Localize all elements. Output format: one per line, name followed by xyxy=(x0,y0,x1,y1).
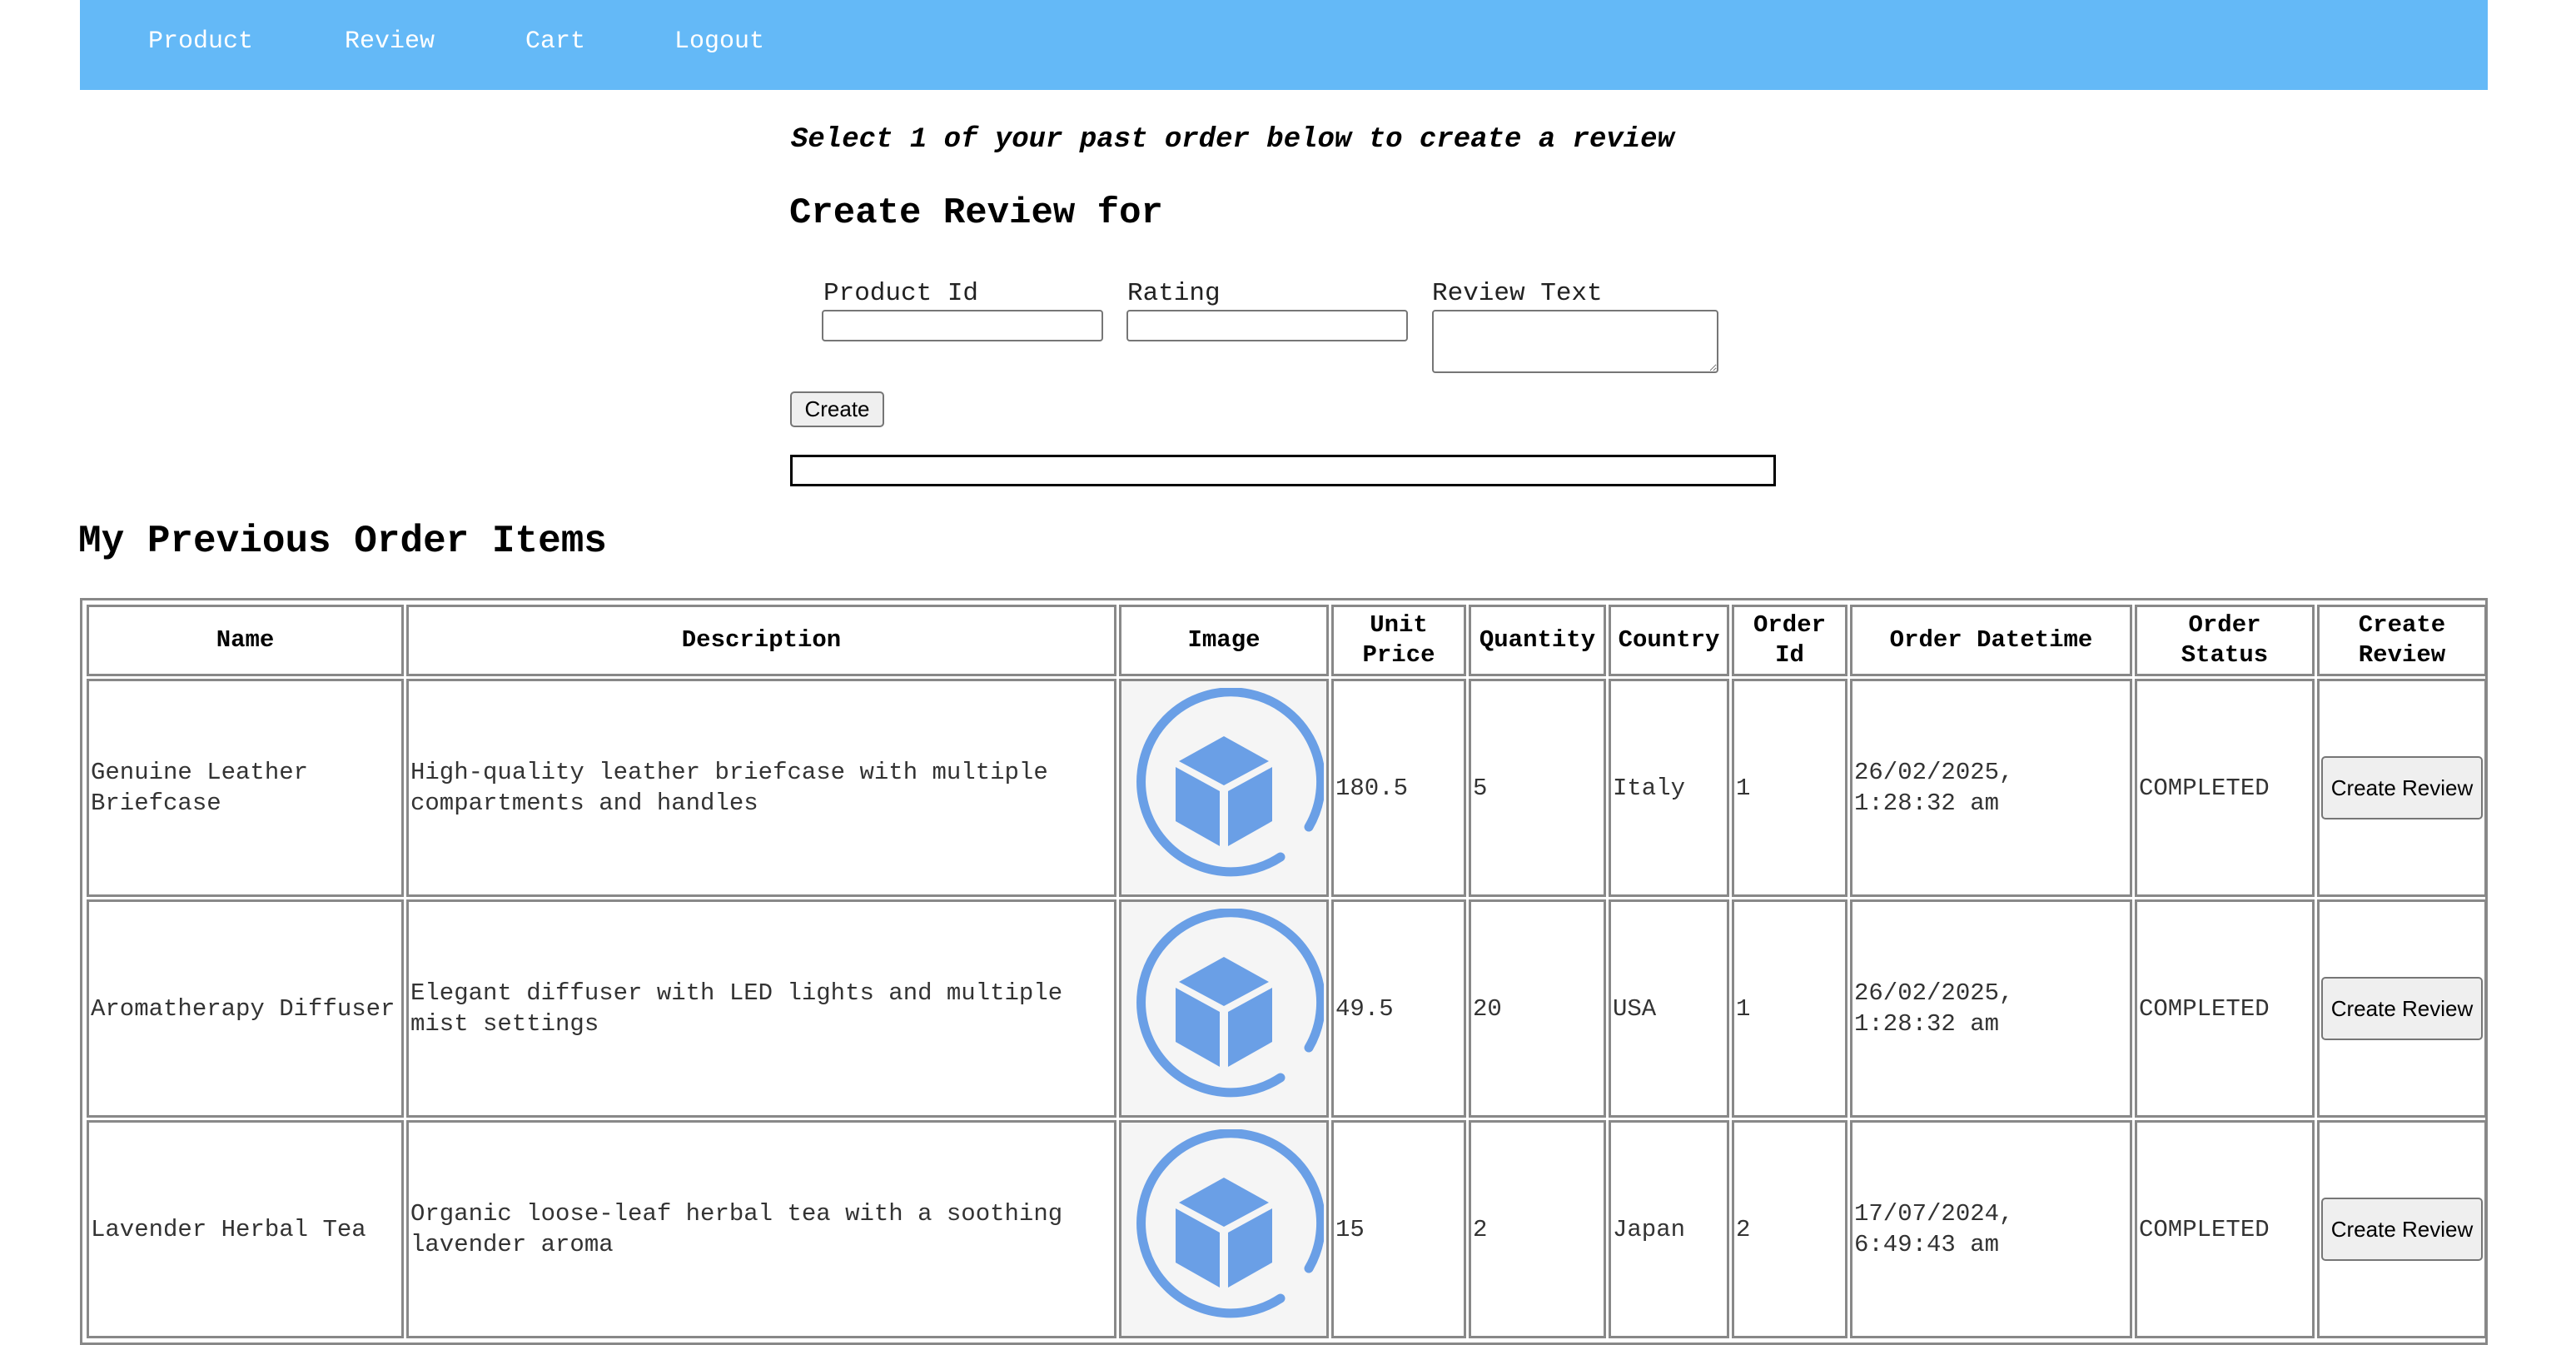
review-form-title: Create Review for xyxy=(789,192,1163,234)
nav-product-link[interactable]: Product xyxy=(148,25,253,58)
cell-image xyxy=(1119,899,1329,1118)
create-review-submit-button[interactable]: Create xyxy=(790,391,884,427)
cell-country: Italy xyxy=(1609,679,1729,897)
cube-icon xyxy=(1136,909,1324,1098)
column-header-order-status: Order Status xyxy=(2135,605,2315,676)
cell-description: Elegant diffuser with LED lights and mul… xyxy=(406,899,1116,1118)
cell-quantity: 5 xyxy=(1469,679,1606,897)
order-items-heading: My Previous Order Items xyxy=(78,520,607,563)
cell-name: Aromatherapy Diffuser xyxy=(87,899,404,1118)
review-text-input[interactable] xyxy=(1432,310,1718,373)
table-header-row: Name Description Image Unit Price Quanti… xyxy=(87,605,2487,676)
product-id-label: Product Id xyxy=(823,279,979,308)
rating-input[interactable] xyxy=(1126,310,1408,341)
column-header-create-review: Create Review xyxy=(2317,605,2487,676)
column-header-unit-price: Unit Price xyxy=(1331,605,1466,676)
cell-order-id: 1 xyxy=(1732,679,1847,897)
table-row: Aromatherapy Diffuser Elegant diffuser w… xyxy=(87,899,2487,1118)
create-review-button[interactable]: Create Review xyxy=(2321,1198,2483,1261)
review-message-box xyxy=(790,455,1776,486)
cell-order-status: COMPLETED xyxy=(2135,899,2315,1118)
cell-description: High-quality leather briefcase with mult… xyxy=(406,679,1116,897)
order-items-table-container: Name Description Image Unit Price Quanti… xyxy=(80,598,2488,1345)
nav-cart-link[interactable]: Cart xyxy=(525,25,585,58)
cell-order-datetime: 26/02/2025, 1:28:32 am xyxy=(1850,679,2132,897)
rating-label: Rating xyxy=(1127,279,1221,308)
cell-unit-price: 49.5 xyxy=(1331,899,1466,1118)
nav-logout-link[interactable]: Logout xyxy=(674,25,764,58)
cell-country: USA xyxy=(1609,899,1729,1118)
column-header-order-datetime: Order Datetime xyxy=(1850,605,2132,676)
order-items-table: Name Description Image Unit Price Quanti… xyxy=(84,602,2489,1341)
column-header-name: Name xyxy=(87,605,404,676)
top-navbar: Product Review Cart Logout xyxy=(80,0,2488,90)
column-header-image: Image xyxy=(1119,605,1329,676)
create-review-button[interactable]: Create Review xyxy=(2321,756,2483,819)
cell-unit-price: 180.5 xyxy=(1331,679,1466,897)
nav-review-link[interactable]: Review xyxy=(345,25,435,58)
cell-action: Create Review xyxy=(2317,899,2487,1118)
cell-order-id: 1 xyxy=(1732,899,1847,1118)
cell-image xyxy=(1119,679,1329,897)
cube-icon xyxy=(1136,688,1324,877)
cell-order-datetime: 26/02/2025, 1:28:32 am xyxy=(1850,899,2132,1118)
cell-order-status: COMPLETED xyxy=(2135,679,2315,897)
cell-name: Genuine Leather Briefcase xyxy=(87,679,404,897)
create-review-button[interactable]: Create Review xyxy=(2321,977,2483,1040)
review-text-label: Review Text xyxy=(1432,279,1603,308)
product-id-input[interactable] xyxy=(822,310,1103,341)
column-header-order-id: Order Id xyxy=(1732,605,1847,676)
cube-icon xyxy=(1136,1129,1324,1318)
cell-quantity: 20 xyxy=(1469,899,1606,1118)
table-row: Genuine Leather Briefcase High-quality l… xyxy=(87,679,2487,897)
column-header-description: Description xyxy=(406,605,1116,676)
column-header-quantity: Quantity xyxy=(1469,605,1606,676)
cell-action: Create Review xyxy=(2317,679,2487,897)
column-header-country: Country xyxy=(1609,605,1729,676)
review-instructions: Select 1 of your past order below to cre… xyxy=(791,124,1674,156)
